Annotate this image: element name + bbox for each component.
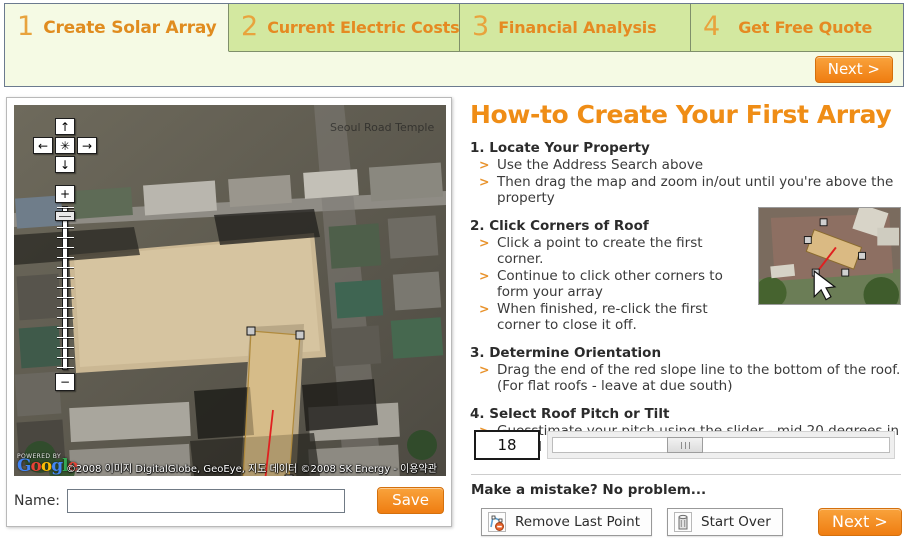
step-1-bullets: > Use the Address Search above > Then drag… (470, 157, 902, 207)
thumbnail-imagery (759, 208, 900, 304)
tab-number: 3 (472, 11, 490, 42)
map-panel: Seoul Road Temple ↑ ← ✳ → ↓ + − POWERED … (6, 97, 452, 527)
tab-financial-analysis[interactable]: 3 Financial Analysis (460, 4, 691, 52)
map-pan-down-icon[interactable]: ↓ (55, 156, 75, 173)
list-item: > Drag the end of the red slope line to t… (476, 362, 902, 395)
bullet-arrow-icon: > (479, 234, 490, 250)
bullet-arrow-icon: > (479, 157, 490, 172)
pitch-control-row: 18 (474, 429, 902, 461)
next-button-bottom[interactable]: Next > (818, 508, 902, 536)
save-button[interactable]: Save (377, 487, 444, 514)
wizard-tabs: 1 Create Solar Array 2 Current Electric … (5, 4, 903, 52)
bullet-text: Continue to click other corners to form … (497, 267, 723, 301)
tab-label: Create Solar Array (43, 17, 217, 38)
roof-example-thumbnail (758, 207, 901, 305)
map-zoom-thumb[interactable] (55, 211, 75, 221)
array-name-input[interactable] (67, 488, 346, 513)
trash-can-icon (674, 512, 693, 532)
map-zoom-in-icon[interactable]: + (55, 185, 75, 203)
list-item: > When finished, re-click the first corne… (476, 301, 752, 334)
bullet-text: When finished, re-click the first corner… (497, 300, 708, 334)
remove-last-point-button[interactable]: Remove Last Point (481, 508, 653, 536)
array-name-label: Name: (14, 492, 61, 509)
pitch-value-input[interactable]: 18 (474, 430, 540, 460)
bullet-text: Click a point to create the first corner… (497, 234, 703, 268)
step-3-title: 3. Determine Orientation (470, 344, 662, 361)
bullet-text: Then drag the map and zoom in/out until … (497, 173, 894, 207)
tab-label: Financial Analysis (498, 18, 657, 37)
svg-text:Seoul Road Temple: Seoul Road Temple (330, 121, 434, 134)
section-divider (471, 474, 901, 475)
tab-get-free-quote[interactable]: 4 Get Free Quote (691, 4, 903, 52)
satellite-map[interactable]: Seoul Road Temple ↑ ← ✳ → ↓ + − POWERED … (14, 105, 446, 476)
pitch-slider-track[interactable] (552, 437, 890, 453)
page-root: 1 Create Solar Array 2 Current Electric … (0, 0, 908, 541)
bullet-arrow-icon: > (479, 300, 490, 316)
bullet-text: Drag the end of the red slope line to th… (497, 361, 901, 395)
start-over-button[interactable]: Start Over (667, 508, 783, 536)
map-pan-right-icon[interactable]: → (77, 137, 97, 154)
tab-current-electric-costs[interactable]: 2 Current Electric Costs (229, 4, 460, 52)
map-pan-left-icon[interactable]: ← (33, 137, 53, 154)
remove-point-icon (488, 512, 506, 532)
tab-number: 1 (17, 11, 35, 42)
map-center-icon[interactable]: ✳ (55, 137, 75, 154)
map-pan-up-icon[interactable]: ↑ (55, 118, 75, 135)
step-3: 3. Determine Orientation > Drag the end o… (470, 345, 902, 395)
mistake-heading: Make a mistake? No problem... (471, 482, 707, 498)
step-3-bullets: > Drag the end of the red slope line to t… (470, 362, 902, 395)
step-4-title: 4. Select Roof Pitch or Tilt (470, 405, 670, 422)
remove-last-point-label: Remove Last Point (515, 514, 641, 530)
bullet-arrow-icon: > (479, 173, 490, 189)
tab-create-solar-array[interactable]: 1 Create Solar Array (5, 4, 229, 52)
list-item: > Continue to click other corners to form… (476, 268, 752, 301)
tab-label: Get Free Quote (738, 18, 873, 37)
list-item: > Use the Address Search above (476, 157, 902, 174)
list-item: > Then drag the map and zoom in/out until… (476, 174, 902, 207)
tab-number: 4 (703, 11, 721, 42)
next-button-top[interactable]: Next > (814, 56, 893, 83)
map-imagery: Seoul Road Temple (14, 105, 446, 476)
bullet-arrow-icon: > (479, 361, 490, 377)
mistake-actions: Remove Last Point Start Over (481, 508, 783, 536)
bullet-arrow-icon: > (479, 267, 490, 283)
list-item: > Click a point to create the first corne… (476, 235, 752, 268)
bullet-text: Use the Address Search above (497, 157, 704, 173)
howto-title: How-to Create Your First Array (470, 100, 892, 129)
step-1: 1. Locate Your Property > Use the Address… (470, 140, 902, 207)
map-attribution: ©2008 이미지 DigitalGlobe, GeoEye, 지도 데이터 ©… (66, 464, 437, 475)
tab-number: 2 (241, 11, 259, 42)
step-1-title: 1. Locate Your Property (470, 140, 650, 156)
start-over-label: Start Over (701, 514, 771, 530)
tab-label: Current Electric Costs (267, 18, 460, 37)
pitch-slider-thumb[interactable] (667, 437, 704, 453)
header-actions: Next > (5, 52, 903, 87)
array-name-row: Name: Save (14, 476, 444, 516)
wizard-header: 1 Create Solar Array 2 Current Electric … (4, 3, 904, 87)
map-zoom-out-icon[interactable]: − (55, 373, 75, 391)
pitch-slider[interactable] (547, 431, 895, 459)
step-2-bullets: > Click a point to create the first corne… (470, 235, 752, 334)
map-zoom-ticks (57, 207, 74, 369)
